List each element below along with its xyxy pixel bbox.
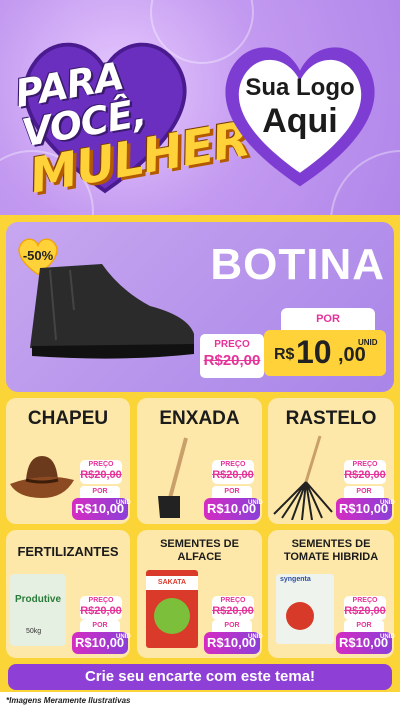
logo-placeholder: Sua Logo Aqui [210, 74, 390, 140]
price-unit: UNID [380, 500, 395, 506]
price-unit: UNID [116, 634, 131, 640]
product-name-line1: SEMENTES DE [291, 538, 371, 550]
old-price-label: PREÇO [88, 461, 114, 468]
product-name: SEMENTES DE ALFACE [137, 538, 262, 564]
por-label: POR [212, 620, 252, 632]
cta-banner[interactable]: Crie seu encarte com este tema! [8, 664, 392, 690]
lettuce-icon [154, 598, 190, 634]
product-name: ENXADA [159, 408, 240, 429]
product-name-line1: SEMENTES DE [160, 538, 239, 550]
packet-brand: SAKATA [146, 576, 198, 590]
disclaimer-bar: *Imagens Meramente Ilustrativas [0, 692, 400, 711]
old-price-label: PREÇO [352, 597, 378, 604]
logo-text-line2: Aqui [262, 102, 338, 140]
por-label: POR [344, 486, 384, 498]
tomato-seed-packet-image: syngenta [276, 574, 334, 644]
old-price-label: PREÇO [214, 339, 250, 350]
fertilizer-bag-image: Produtive 50kg [10, 574, 66, 646]
price-main: 10 [296, 334, 332, 370]
price-unit: UNID [248, 500, 263, 506]
bag-weight: 50kg [26, 628, 42, 635]
old-price-value: R$20,00 [203, 352, 261, 369]
old-price-value: R$20,00 [212, 469, 254, 481]
por-label: POR [80, 486, 120, 498]
packet-brand: syngenta [280, 576, 311, 583]
new-price-box: R$10,00 UNID [336, 498, 395, 520]
product-name-line2: ALFACE [177, 551, 222, 563]
featured-name: BOTINA [210, 240, 385, 289]
featured-new-price: R$ 10 ,00 UNID [264, 330, 386, 376]
logo-text-line1: Sua Logo [245, 74, 355, 101]
por-label: POR [344, 620, 384, 632]
price-unit: UNID [116, 500, 131, 506]
featured-old-price: PREÇO R$20,00 [200, 334, 264, 378]
product-name: FERTILIZANTES [17, 544, 119, 559]
old-price-value: R$20,00 [344, 605, 386, 617]
disclaimer-text: *Imagens Meramente Ilustrativas [6, 696, 131, 705]
new-price-box: R$10,00 UNID [336, 632, 395, 654]
old-price-label: PREÇO [220, 597, 246, 604]
old-price-value: R$20,00 [212, 605, 254, 617]
old-price-box: PREÇO R$20,00 [212, 460, 254, 484]
old-price-box: PREÇO R$20,00 [80, 596, 122, 620]
old-price-box: PREÇO R$20,00 [212, 596, 254, 620]
hat-image [10, 456, 74, 498]
bag-label: Produtive [14, 594, 62, 605]
por-label: POR [212, 486, 252, 498]
new-price-box: R$10,00 UNID [204, 632, 263, 654]
product-name: CHAPEU [27, 408, 109, 429]
por-label: POR [80, 620, 120, 632]
old-price-value: R$20,00 [80, 605, 122, 617]
old-price-value: R$20,00 [80, 469, 122, 481]
old-price-label: PREÇO [352, 461, 378, 468]
new-price-box: R$10,00 UNID [204, 498, 263, 520]
old-price-value: R$20,00 [344, 469, 386, 481]
old-price-label: PREÇO [220, 461, 246, 468]
price-prefix: R$ [274, 346, 295, 363]
product-name: RASTELO [285, 408, 377, 429]
new-price-box: R$10,00 UNID [72, 632, 131, 654]
price-cents: ,00 [338, 344, 366, 366]
headline: PARA VOCÊ, MULHER [12, 43, 253, 205]
lettuce-seed-packet-image: SAKATA [146, 570, 198, 648]
featured-por-label: POR [281, 308, 375, 330]
old-price-label: PREÇO [88, 597, 114, 604]
tomato-icon [286, 602, 314, 630]
old-price-box: PREÇO R$20,00 [80, 460, 122, 484]
price-unit: UNID [358, 338, 378, 347]
old-price-box: PREÇO R$20,00 [344, 460, 386, 484]
hoe-image [158, 437, 188, 518]
product-name-line2: TOMATE HIBRIDA [283, 551, 379, 563]
rake-image [273, 435, 333, 520]
old-price-box: PREÇO R$20,00 [344, 596, 386, 620]
price-unit: UNID [380, 634, 395, 640]
boot-image [30, 264, 194, 359]
product-name: SEMENTES DE TOMATE HIBRIDA [268, 538, 394, 564]
new-price-box: R$10,00 UNID [72, 498, 131, 520]
price-unit: UNID [248, 634, 263, 640]
